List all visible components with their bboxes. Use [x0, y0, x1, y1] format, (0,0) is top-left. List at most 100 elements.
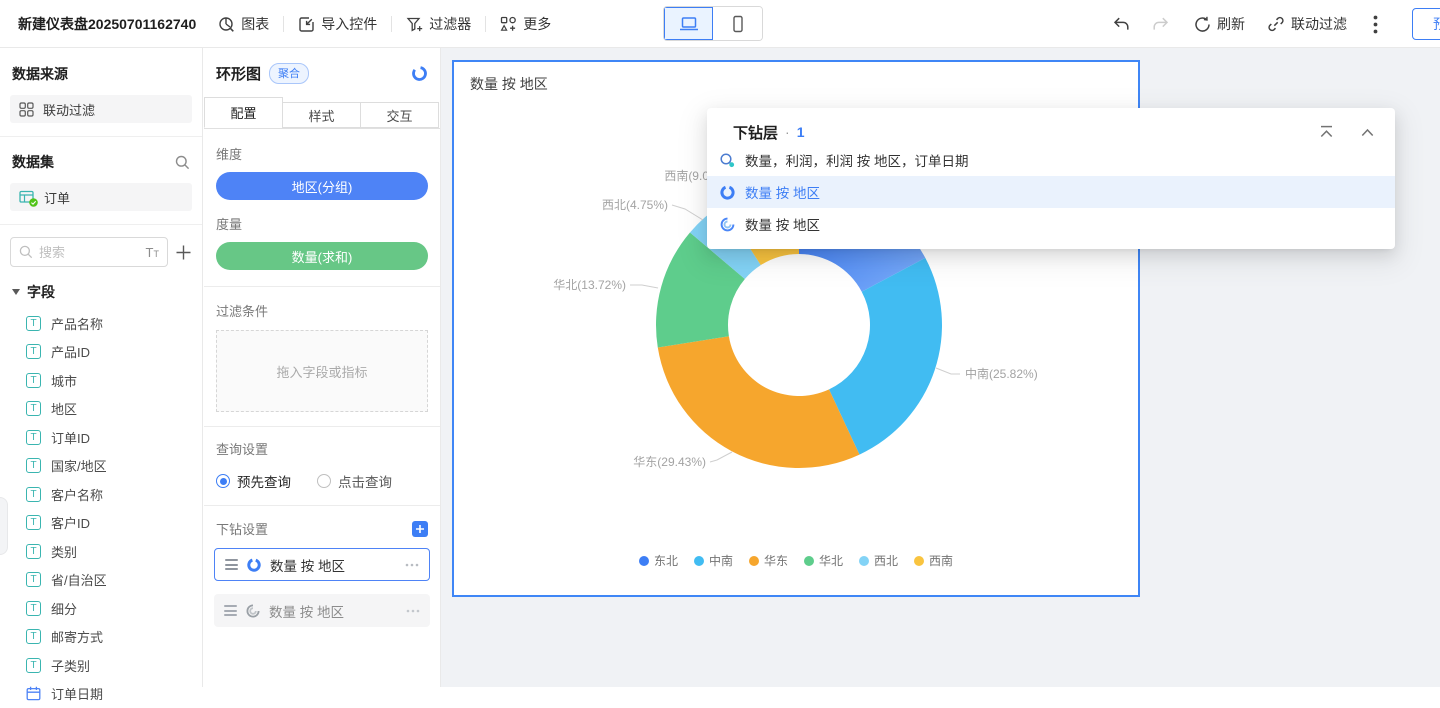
radio-pre-query[interactable]: 预先查询: [216, 471, 291, 491]
phone-icon: [729, 15, 747, 33]
dimension-label: 维度: [216, 144, 428, 163]
legend-item-中南[interactable]: 中南: [694, 552, 733, 569]
legend-dot: [859, 556, 869, 566]
undo-button[interactable]: [1112, 16, 1131, 33]
drill-item-secondary[interactable]: 数量 按 地区: [214, 594, 430, 627]
link-icon: [1267, 15, 1285, 33]
drag-handle-icon[interactable]: [225, 559, 238, 570]
donut-slice-华东[interactable]: [658, 336, 860, 468]
divider: [204, 426, 440, 427]
drill-settings-label: 下钻设置: [216, 519, 268, 538]
query-settings-label: 查询设置: [216, 439, 428, 458]
redo-icon: [1151, 16, 1170, 33]
field-item[interactable]: 订单日期: [0, 680, 202, 708]
import-widget-button[interactable]: 导入控件: [298, 14, 377, 34]
legend-dot: [914, 556, 924, 566]
donut-slice-中南[interactable]: [829, 258, 942, 455]
add-field-button[interactable]: [175, 244, 192, 261]
slice-label-西南: 西南(9.0: [664, 168, 709, 183]
field-item[interactable]: T客户ID: [0, 509, 202, 538]
legend-item-华北[interactable]: 华北: [804, 552, 843, 569]
field-label: 产品ID: [51, 342, 90, 361]
sidebar-item-linkage-filter[interactable]: 联动过滤: [10, 95, 192, 123]
linkage-filter-button[interactable]: 联动过滤: [1267, 14, 1347, 34]
filter-button[interactable]: 过滤器: [406, 14, 471, 34]
field-item[interactable]: T类别: [0, 537, 202, 566]
collapse-to-top-icon[interactable]: [1319, 125, 1334, 139]
text-size-icon[interactable]: TT: [146, 245, 159, 260]
field-item[interactable]: T地区: [0, 395, 202, 424]
slice-label-华东: 华东(29.43%): [633, 455, 706, 469]
field-item[interactable]: T子类别: [0, 651, 202, 680]
field-item[interactable]: T城市: [0, 366, 202, 395]
spiral-chart-icon: [245, 603, 261, 619]
search-icon[interactable]: [175, 155, 190, 170]
undo-icon: [1112, 16, 1131, 33]
dataset-title: 数据集: [12, 152, 54, 172]
data-sidebar: 数据来源 联动过滤 数据集 订单 TT 字段 T产品名称T产品IDT城市T地区T…: [0, 48, 203, 687]
tab-config[interactable]: 配置: [204, 97, 283, 128]
chevron-up-icon[interactable]: [1360, 125, 1375, 139]
legend-label: 西北: [874, 552, 898, 569]
field-item[interactable]: T订单ID: [0, 423, 202, 452]
legend-item-西北[interactable]: 西北: [859, 552, 898, 569]
filter-label: 过滤条件: [216, 301, 428, 320]
field-label: 类别: [51, 542, 77, 561]
more-dots-icon[interactable]: [406, 609, 420, 613]
more-widgets-button[interactable]: 更多: [500, 14, 551, 34]
legend-label: 西南: [929, 552, 953, 569]
text-field-icon: T: [26, 344, 41, 359]
drill-option-combined[interactable]: 数量，利润，利润 按 地区，订单日期: [707, 144, 1395, 176]
collapse-caret-icon[interactable]: [12, 289, 20, 295]
legend-dot: [804, 556, 814, 566]
chart-config-panel: 环形图 聚合 配置 样式 交互 维度 地区(分组) 度量 数量(求和) 过滤条件…: [204, 48, 441, 687]
dataset-item-orders[interactable]: 订单: [10, 183, 192, 211]
legend-item-西南[interactable]: 西南: [914, 552, 953, 569]
text-field-icon: T: [26, 373, 41, 388]
kebab-menu-button[interactable]: [1373, 15, 1378, 34]
slice-label-华北: 华北(13.72%): [553, 278, 626, 292]
tab-style[interactable]: 样式: [282, 102, 361, 128]
chart-legend: 东北中南 华东华北 西北 西南: [454, 552, 1138, 569]
mobile-view-button[interactable]: [713, 7, 762, 40]
measure-field-pill[interactable]: 数量(求和): [216, 242, 428, 270]
panel-collapse-handle[interactable]: [0, 497, 8, 555]
dimension-field-pill[interactable]: 地区(分组): [216, 172, 428, 200]
refresh-button[interactable]: 刷新: [1194, 14, 1245, 34]
field-item[interactable]: T 产品ID: [0, 338, 202, 367]
divider: [485, 16, 486, 32]
add-chart-button[interactable]: 图表: [218, 14, 269, 34]
tab-interaction[interactable]: 交互: [360, 102, 439, 128]
separator-dot: ·: [785, 124, 790, 140]
legend-item-华东[interactable]: 华东: [749, 552, 788, 569]
field-label: 客户ID: [51, 513, 90, 532]
drag-handle-icon[interactable]: [224, 605, 237, 616]
filter-dropzone[interactable]: 拖入字段或指标: [216, 330, 428, 412]
field-item[interactable]: T客户名称: [0, 480, 202, 509]
drill-item-selected[interactable]: 数量 按 地区: [214, 548, 430, 581]
field-item[interactable]: T省/自治区: [0, 566, 202, 595]
label-leader-line: [936, 368, 960, 374]
import-widget-icon: [298, 16, 315, 33]
legend-item-东北[interactable]: 东北: [639, 552, 678, 569]
calendar-icon: [26, 686, 41, 701]
drill-option-spiral[interactable]: 数量 按 地区: [707, 208, 1395, 240]
field-item[interactable]: T细分: [0, 594, 202, 623]
drill-option-donut[interactable]: 数量 按 地区: [707, 176, 1395, 208]
field-item[interactable]: T邮寄方式: [0, 623, 202, 652]
text-field-icon: T: [26, 458, 41, 473]
datasource-title: 数据来源: [12, 64, 68, 84]
desktop-view-button[interactable]: [664, 7, 713, 40]
preview-button[interactable]: 预览: [1412, 8, 1440, 40]
kebab-icon: [1373, 15, 1378, 34]
field-item[interactable]: T产品名称: [0, 309, 202, 338]
field-item[interactable]: T国家/地区: [0, 452, 202, 481]
legend-label: 华东: [764, 552, 788, 569]
add-drill-button[interactable]: [412, 521, 428, 537]
legend-label: 东北: [654, 552, 678, 569]
more-dots-icon[interactable]: [405, 563, 419, 567]
field-search-input[interactable]: [39, 245, 140, 260]
radio-click-query[interactable]: 点击查询: [317, 471, 392, 491]
redo-button[interactable]: [1151, 16, 1170, 33]
aggregate-badge: 聚合: [269, 63, 309, 84]
